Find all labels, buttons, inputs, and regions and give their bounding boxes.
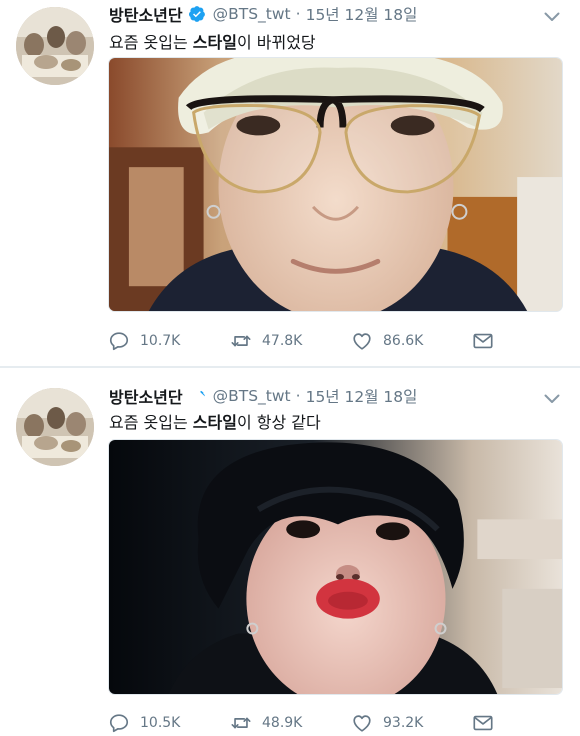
- tweet-date[interactable]: 15년 12월 18일: [306, 3, 418, 25]
- retweet-icon: [230, 330, 252, 352]
- tweet-actions: 10.5K 48.9K 93.2K: [108, 711, 528, 735]
- author-name[interactable]: 방탄소년단: [109, 2, 183, 26]
- tweet-header: 방탄소년단 @BTS_twt · 15년 12월 18일: [109, 385, 417, 407]
- tweet-text-highlight: 스타일: [192, 413, 237, 432]
- heart-icon: [351, 712, 373, 734]
- retweet-count: 47.8K: [262, 333, 303, 349]
- reply-button[interactable]: 10.7K: [108, 329, 180, 353]
- tweet-text: 요즘 옷입는 스타일이 항상 같다: [109, 409, 321, 433]
- envelope-icon: [472, 330, 494, 352]
- tweet-text-highlight: 스타일: [192, 33, 237, 52]
- reply-icon: [108, 330, 130, 352]
- retweet-count: 48.9K: [262, 715, 303, 731]
- author-handle[interactable]: @BTS_twt: [213, 5, 291, 23]
- tweet-photo[interactable]: [108, 439, 563, 695]
- separator: ·: [295, 5, 301, 23]
- chevron-down-icon[interactable]: [544, 8, 560, 21]
- like-button[interactable]: 93.2K: [351, 711, 423, 735]
- retweet-button[interactable]: 48.9K: [230, 711, 302, 735]
- direct-message-button[interactable]: [472, 711, 494, 735]
- direct-message-button[interactable]: [472, 329, 494, 353]
- tweet-date[interactable]: 15년 12월 18일: [306, 385, 418, 407]
- envelope-icon: [472, 712, 494, 734]
- reply-count: 10.5K: [140, 715, 181, 731]
- tweet-text-part: 이 항상 같다: [236, 413, 321, 432]
- retweet-icon: [230, 712, 252, 734]
- tweet[interactable]: 방탄소년단 @BTS_twt · 15년 12월 18일 요즘 옷입는 스타일이…: [0, 368, 580, 736]
- separator: ·: [295, 387, 301, 405]
- avatar[interactable]: [16, 388, 94, 466]
- tweet-text: 요즘 옷입는 스타일이 바뀌었당: [109, 29, 316, 53]
- author-name[interactable]: 방탄소년단: [109, 384, 183, 408]
- reply-button[interactable]: 10.5K: [108, 711, 180, 735]
- avatar[interactable]: [16, 7, 94, 85]
- chevron-down-icon[interactable]: [544, 390, 560, 403]
- tweet[interactable]: 방탄소년단 @BTS_twt · 15년 12월 18일 요즘 옷입는 스타일이…: [0, 0, 580, 366]
- tweet-header: 방탄소년단 @BTS_twt · 15년 12월 18일: [109, 3, 417, 25]
- tweet-text-part: 요즘 옷입는: [109, 413, 193, 432]
- like-button[interactable]: 86.6K: [351, 329, 423, 353]
- verified-badge-icon: [188, 387, 206, 405]
- tweet-text-part: 요즘 옷입는: [109, 33, 193, 52]
- reply-count: 10.7K: [140, 333, 181, 349]
- like-count: 93.2K: [383, 715, 424, 731]
- tweet-photo[interactable]: [108, 57, 563, 312]
- reply-icon: [108, 712, 130, 734]
- tweet-actions: 10.7K 47.8K 86.6K: [108, 329, 528, 353]
- tweet-text-part: 이 바뀌었당: [236, 33, 316, 52]
- like-count: 86.6K: [383, 333, 424, 349]
- heart-icon: [351, 330, 373, 352]
- retweet-button[interactable]: 47.8K: [230, 329, 302, 353]
- author-handle[interactable]: @BTS_twt: [213, 387, 291, 405]
- verified-badge-icon: [188, 5, 206, 23]
